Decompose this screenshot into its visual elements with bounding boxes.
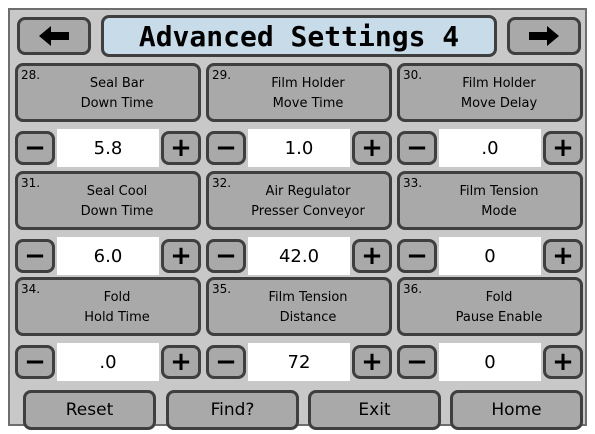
minus-icon: − bbox=[215, 347, 237, 377]
param-name: Fold Hold Time bbox=[84, 290, 150, 325]
find-button[interactable]: Find? bbox=[166, 390, 299, 430]
increment-button[interactable]: + bbox=[161, 239, 201, 273]
arrow-left-icon bbox=[39, 26, 69, 46]
minus-icon: − bbox=[406, 133, 428, 163]
param-film-tension-mode: 33. Film Tension Mode − 0 + bbox=[397, 171, 583, 280]
hmi-screen: Advanced Settings 4 28. Seal Bar Down Ti… bbox=[8, 8, 587, 430]
param-film-holder-move-time: 29. Film Holder Move Time − 1.0 + bbox=[206, 63, 392, 172]
param-fold-hold-time: 34. Fold Hold Time − .0 + bbox=[15, 277, 201, 386]
param-film-tension-distance: 35. Film Tension Distance − 72 + bbox=[206, 277, 392, 386]
param-value-field[interactable]: 0 bbox=[439, 237, 541, 275]
plus-icon: + bbox=[552, 347, 574, 377]
decrement-button[interactable]: − bbox=[397, 131, 437, 165]
param-name: Seal Bar Down Time bbox=[80, 76, 154, 111]
minus-icon: − bbox=[215, 241, 237, 271]
decrement-button[interactable]: − bbox=[397, 345, 437, 379]
increment-button[interactable]: + bbox=[543, 239, 583, 273]
plus-icon: + bbox=[170, 241, 192, 271]
minus-icon: − bbox=[24, 241, 46, 271]
param-value-field[interactable]: 1.0 bbox=[248, 129, 350, 167]
param-label-box: 28. Seal Bar Down Time bbox=[15, 63, 201, 122]
param-label-box: 29. Film Holder Move Time bbox=[206, 63, 392, 122]
param-label-box: 30. Film Holder Move Delay bbox=[397, 63, 583, 122]
exit-button[interactable]: Exit bbox=[308, 390, 441, 430]
param-label-box: 36. Fold Pause Enable bbox=[397, 277, 583, 336]
param-value-field[interactable]: .0 bbox=[57, 343, 159, 381]
plus-icon: + bbox=[552, 241, 574, 271]
param-air-regulator-presser-conveyor: 32. Air Regulator Presser Conveyor − 42.… bbox=[206, 171, 392, 280]
increment-button[interactable]: + bbox=[352, 345, 392, 379]
param-name: Film Holder Move Time bbox=[271, 76, 345, 111]
increment-button[interactable]: + bbox=[352, 131, 392, 165]
param-label-box: 33. Film Tension Mode bbox=[397, 171, 583, 230]
param-value-field[interactable]: 0 bbox=[439, 343, 541, 381]
param-value-field[interactable]: 6.0 bbox=[57, 237, 159, 275]
minus-icon: − bbox=[215, 133, 237, 163]
plus-icon: + bbox=[361, 133, 383, 163]
increment-button[interactable]: + bbox=[352, 239, 392, 273]
decrement-button[interactable]: − bbox=[397, 239, 437, 273]
param-name: Film Tension Mode bbox=[459, 184, 539, 219]
plus-icon: + bbox=[170, 133, 192, 163]
param-label-box: 31. Seal Cool Down Time bbox=[15, 171, 201, 230]
param-film-holder-move-delay: 30. Film Holder Move Delay − .0 + bbox=[397, 63, 583, 172]
param-name: Film Tension Distance bbox=[268, 290, 348, 325]
decrement-button[interactable]: − bbox=[15, 345, 55, 379]
param-label-box: 35. Film Tension Distance bbox=[206, 277, 392, 336]
param-name: Seal Cool Down Time bbox=[80, 184, 154, 219]
home-button[interactable]: Home bbox=[450, 390, 583, 430]
increment-button[interactable]: + bbox=[543, 131, 583, 165]
minus-icon: − bbox=[406, 347, 428, 377]
decrement-button[interactable]: − bbox=[206, 345, 246, 379]
plus-icon: + bbox=[361, 241, 383, 271]
param-label-box: 34. Fold Hold Time bbox=[15, 277, 201, 336]
increment-button[interactable]: + bbox=[161, 131, 201, 165]
plus-icon: + bbox=[170, 347, 192, 377]
param-value-field[interactable]: 72 bbox=[248, 343, 350, 381]
plus-icon: + bbox=[361, 347, 383, 377]
param-name: Fold Pause Enable bbox=[455, 290, 543, 325]
param-value-field[interactable]: 5.8 bbox=[57, 129, 159, 167]
decrement-button[interactable]: − bbox=[15, 131, 55, 165]
minus-icon: − bbox=[24, 133, 46, 163]
arrow-right-icon bbox=[529, 26, 559, 46]
param-seal-cool-down-time: 31. Seal Cool Down Time − 6.0 + bbox=[15, 171, 201, 280]
param-value-field[interactable]: 42.0 bbox=[248, 237, 350, 275]
param-seal-bar-down-time: 28. Seal Bar Down Time − 5.8 + bbox=[15, 63, 201, 172]
minus-icon: − bbox=[406, 241, 428, 271]
increment-button[interactable]: + bbox=[161, 345, 201, 379]
param-fold-pause-enable: 36. Fold Pause Enable − 0 + bbox=[397, 277, 583, 386]
param-name: Air Regulator Presser Conveyor bbox=[251, 184, 365, 219]
plus-icon: + bbox=[552, 133, 574, 163]
minus-icon: − bbox=[24, 347, 46, 377]
decrement-button[interactable]: − bbox=[15, 239, 55, 273]
param-label-box: 32. Air Regulator Presser Conveyor bbox=[206, 171, 392, 230]
reset-button[interactable]: Reset bbox=[23, 390, 156, 430]
param-value-field[interactable]: .0 bbox=[439, 129, 541, 167]
param-name: Film Holder Move Delay bbox=[460, 76, 538, 111]
decrement-button[interactable]: − bbox=[206, 131, 246, 165]
prev-page-button[interactable] bbox=[17, 17, 91, 55]
page-title: Advanced Settings 4 bbox=[101, 15, 497, 57]
decrement-button[interactable]: − bbox=[206, 239, 246, 273]
next-page-button[interactable] bbox=[507, 17, 581, 55]
increment-button[interactable]: + bbox=[543, 345, 583, 379]
